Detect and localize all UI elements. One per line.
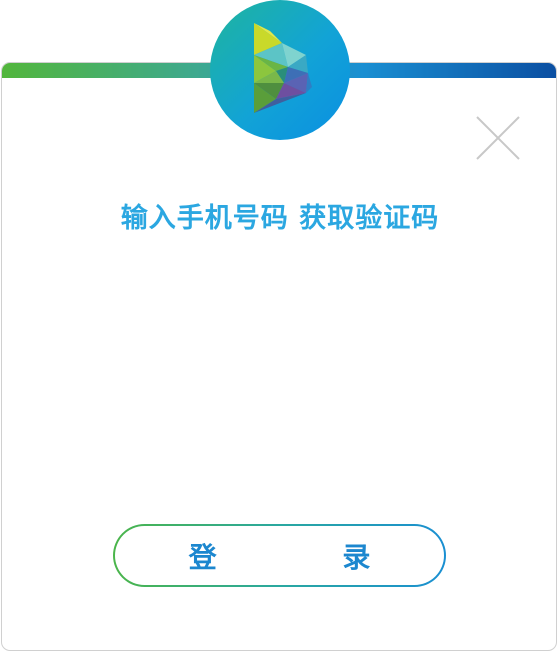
login-button[interactable]: 登 录 — [113, 524, 446, 587]
login-button-label: 登 录 — [188, 540, 429, 574]
brand-logo-icon — [210, 0, 350, 140]
close-icon — [476, 116, 520, 160]
login-screen: 输入手机号码 获取验证码 登 录 — [0, 0, 560, 653]
dialog-title: 输入手机号码 获取验证码 — [120, 203, 440, 234]
close-button[interactable] — [476, 116, 520, 160]
login-button-inner: 登 录 — [115, 526, 444, 585]
